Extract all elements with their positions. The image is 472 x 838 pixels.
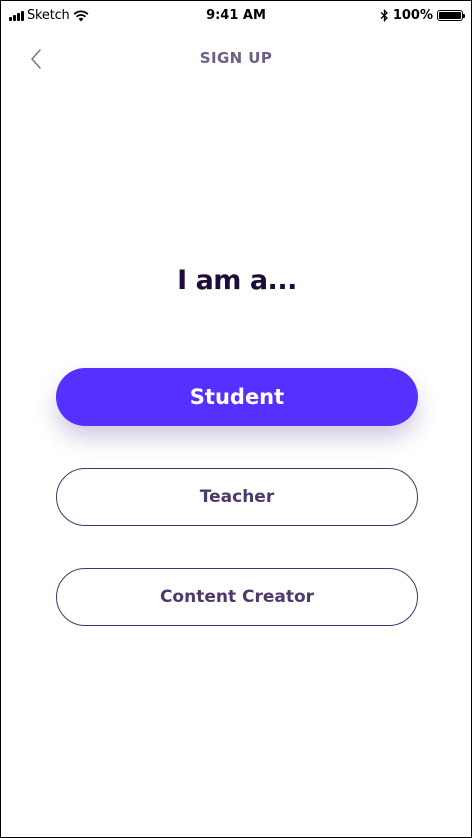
- student-button[interactable]: Student: [56, 368, 418, 426]
- page-title: SIGN UP: [199, 49, 273, 67]
- status-bar: Sketch 9:41 AM 100%: [1, 1, 471, 33]
- content-creator-button[interactable]: Content Creator: [56, 568, 418, 626]
- battery-fill: [439, 12, 461, 19]
- signup-screen: Sketch 9:41 AM 100% SIGN UP I am a... St…: [0, 0, 472, 838]
- battery-icon: [437, 10, 465, 21]
- bluetooth-icon: [380, 9, 388, 22]
- teacher-button[interactable]: Teacher: [56, 468, 418, 526]
- battery-percentage: 100%: [392, 8, 433, 23]
- role-question-heading: I am a...: [177, 265, 297, 296]
- status-bar-right: 100%: [380, 8, 465, 23]
